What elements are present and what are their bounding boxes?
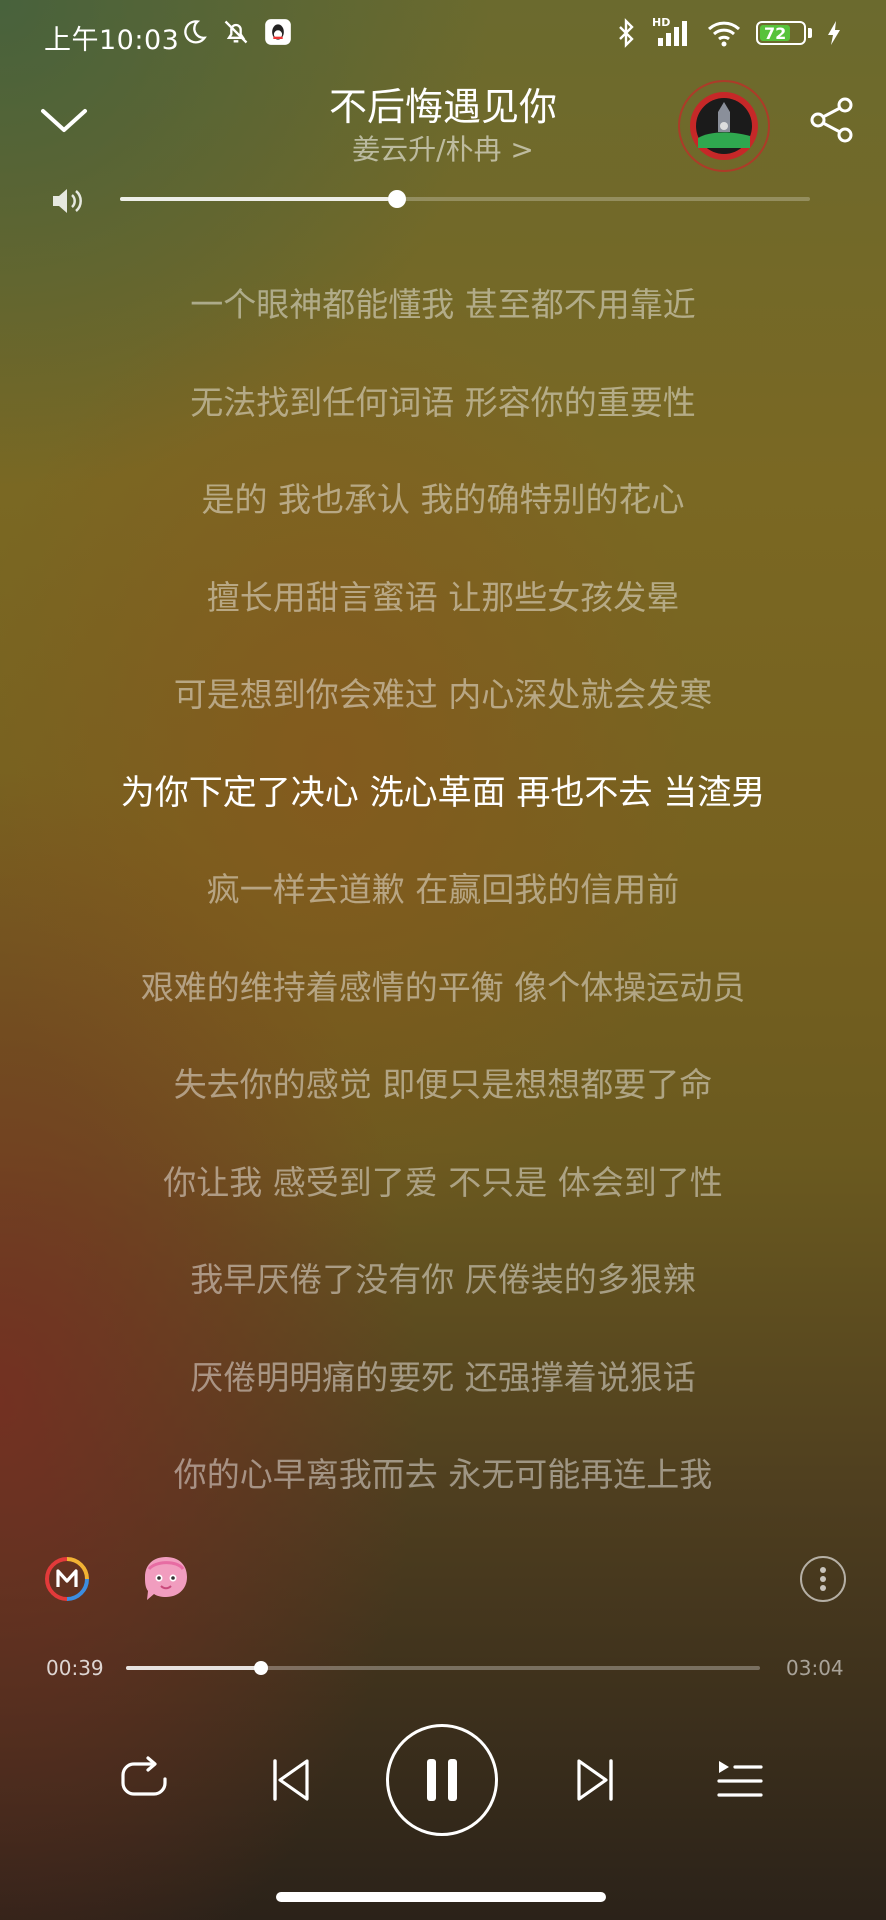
volume-button[interactable] — [48, 182, 86, 220]
lyric-line: 一个眼神都能懂我 甚至都不用靠近 — [190, 285, 696, 324]
lyric-line: 无法找到任何词语 形容你的重要性 — [190, 382, 696, 422]
lyric-line: 擅长用甜言蜜语 让那些女孩发晕 — [206, 577, 680, 617]
status-time: 上午10:03 — [44, 25, 180, 56]
charging-icon — [828, 21, 840, 45]
lyric-line-active: 为你下定了决心 洗心革面 再也不去 当渣男 — [120, 772, 766, 813]
pause-icon — [427, 1759, 457, 1801]
battery-level: 72 — [763, 23, 787, 43]
mv-button[interactable] — [42, 1554, 92, 1604]
home-indicator[interactable] — [276, 1892, 606, 1902]
mascot-icon — [145, 1557, 187, 1600]
status-left-icons — [180, 18, 292, 46]
mascot-button[interactable] — [138, 1552, 194, 1606]
lyric-line: 失去你的感觉 即便只是想想都要了命 — [173, 1065, 713, 1104]
signal-icon: HD — [652, 16, 692, 48]
more-button[interactable] — [800, 1556, 846, 1602]
current-time: 00:39 — [46, 1656, 104, 1680]
status-right-icons: HD 72 — [614, 16, 842, 48]
lyric-line: 你的心早离我而去 永无可能再连上我 — [173, 1455, 713, 1494]
lyric-line: 艰难的维持着感情的平衡 像个体操运动员 — [140, 967, 746, 1007]
share-button[interactable] — [806, 94, 858, 146]
more-vertical-icon — [820, 1567, 826, 1591]
lyric-line: 我早厌倦了没有你 厌倦装的多狠辣 — [190, 1260, 696, 1299]
bluetooth-icon — [619, 18, 634, 48]
album-art — [690, 92, 758, 160]
mv-icon — [44, 1557, 89, 1601]
playlist-icon — [717, 1761, 763, 1797]
moon-icon — [184, 20, 207, 44]
previous-button[interactable] — [268, 1754, 314, 1806]
progress-thumb[interactable] — [254, 1661, 268, 1675]
lyric-line: 你让我 感受到了爱 不只是 体会到了性 — [163, 1162, 723, 1202]
battery-indicator: 72 — [756, 21, 812, 45]
playlist-button[interactable] — [714, 1754, 766, 1806]
lyric-line: 是的 我也承认 我的确特别的花心 — [201, 480, 685, 519]
bell-off-icon — [224, 20, 248, 44]
wifi-icon — [707, 21, 741, 47]
speaker-icon — [53, 189, 82, 213]
album-cover-button[interactable] — [678, 80, 770, 172]
progress-slider[interactable] — [126, 1666, 760, 1670]
volume-slider[interactable] — [120, 197, 810, 201]
next-button[interactable] — [572, 1754, 618, 1806]
share-icon — [810, 97, 853, 143]
repeat-icon — [121, 1756, 167, 1796]
qq-app-icon — [265, 19, 291, 45]
lyric-line: 疯一样去道歉 在赢回我的信用前 — [206, 870, 680, 909]
skip-next-icon — [577, 1759, 613, 1801]
volume-thumb[interactable] — [388, 190, 406, 208]
total-time: 03:04 — [786, 1656, 844, 1680]
lyrics-panel[interactable]: 一个眼神都能懂我 甚至都不用靠近 无法找到任何词语 形容你的重要性 是的 我也承… — [0, 280, 886, 1548]
skip-previous-icon — [273, 1759, 309, 1801]
repeat-button[interactable] — [114, 1752, 174, 1808]
lyric-line: 厌倦明明痛的要死 还强撑着说狠话 — [190, 1357, 696, 1397]
lyric-line: 可是想到你会难过 内心深处就会发寒 — [173, 675, 713, 714]
pause-button[interactable] — [386, 1724, 498, 1836]
